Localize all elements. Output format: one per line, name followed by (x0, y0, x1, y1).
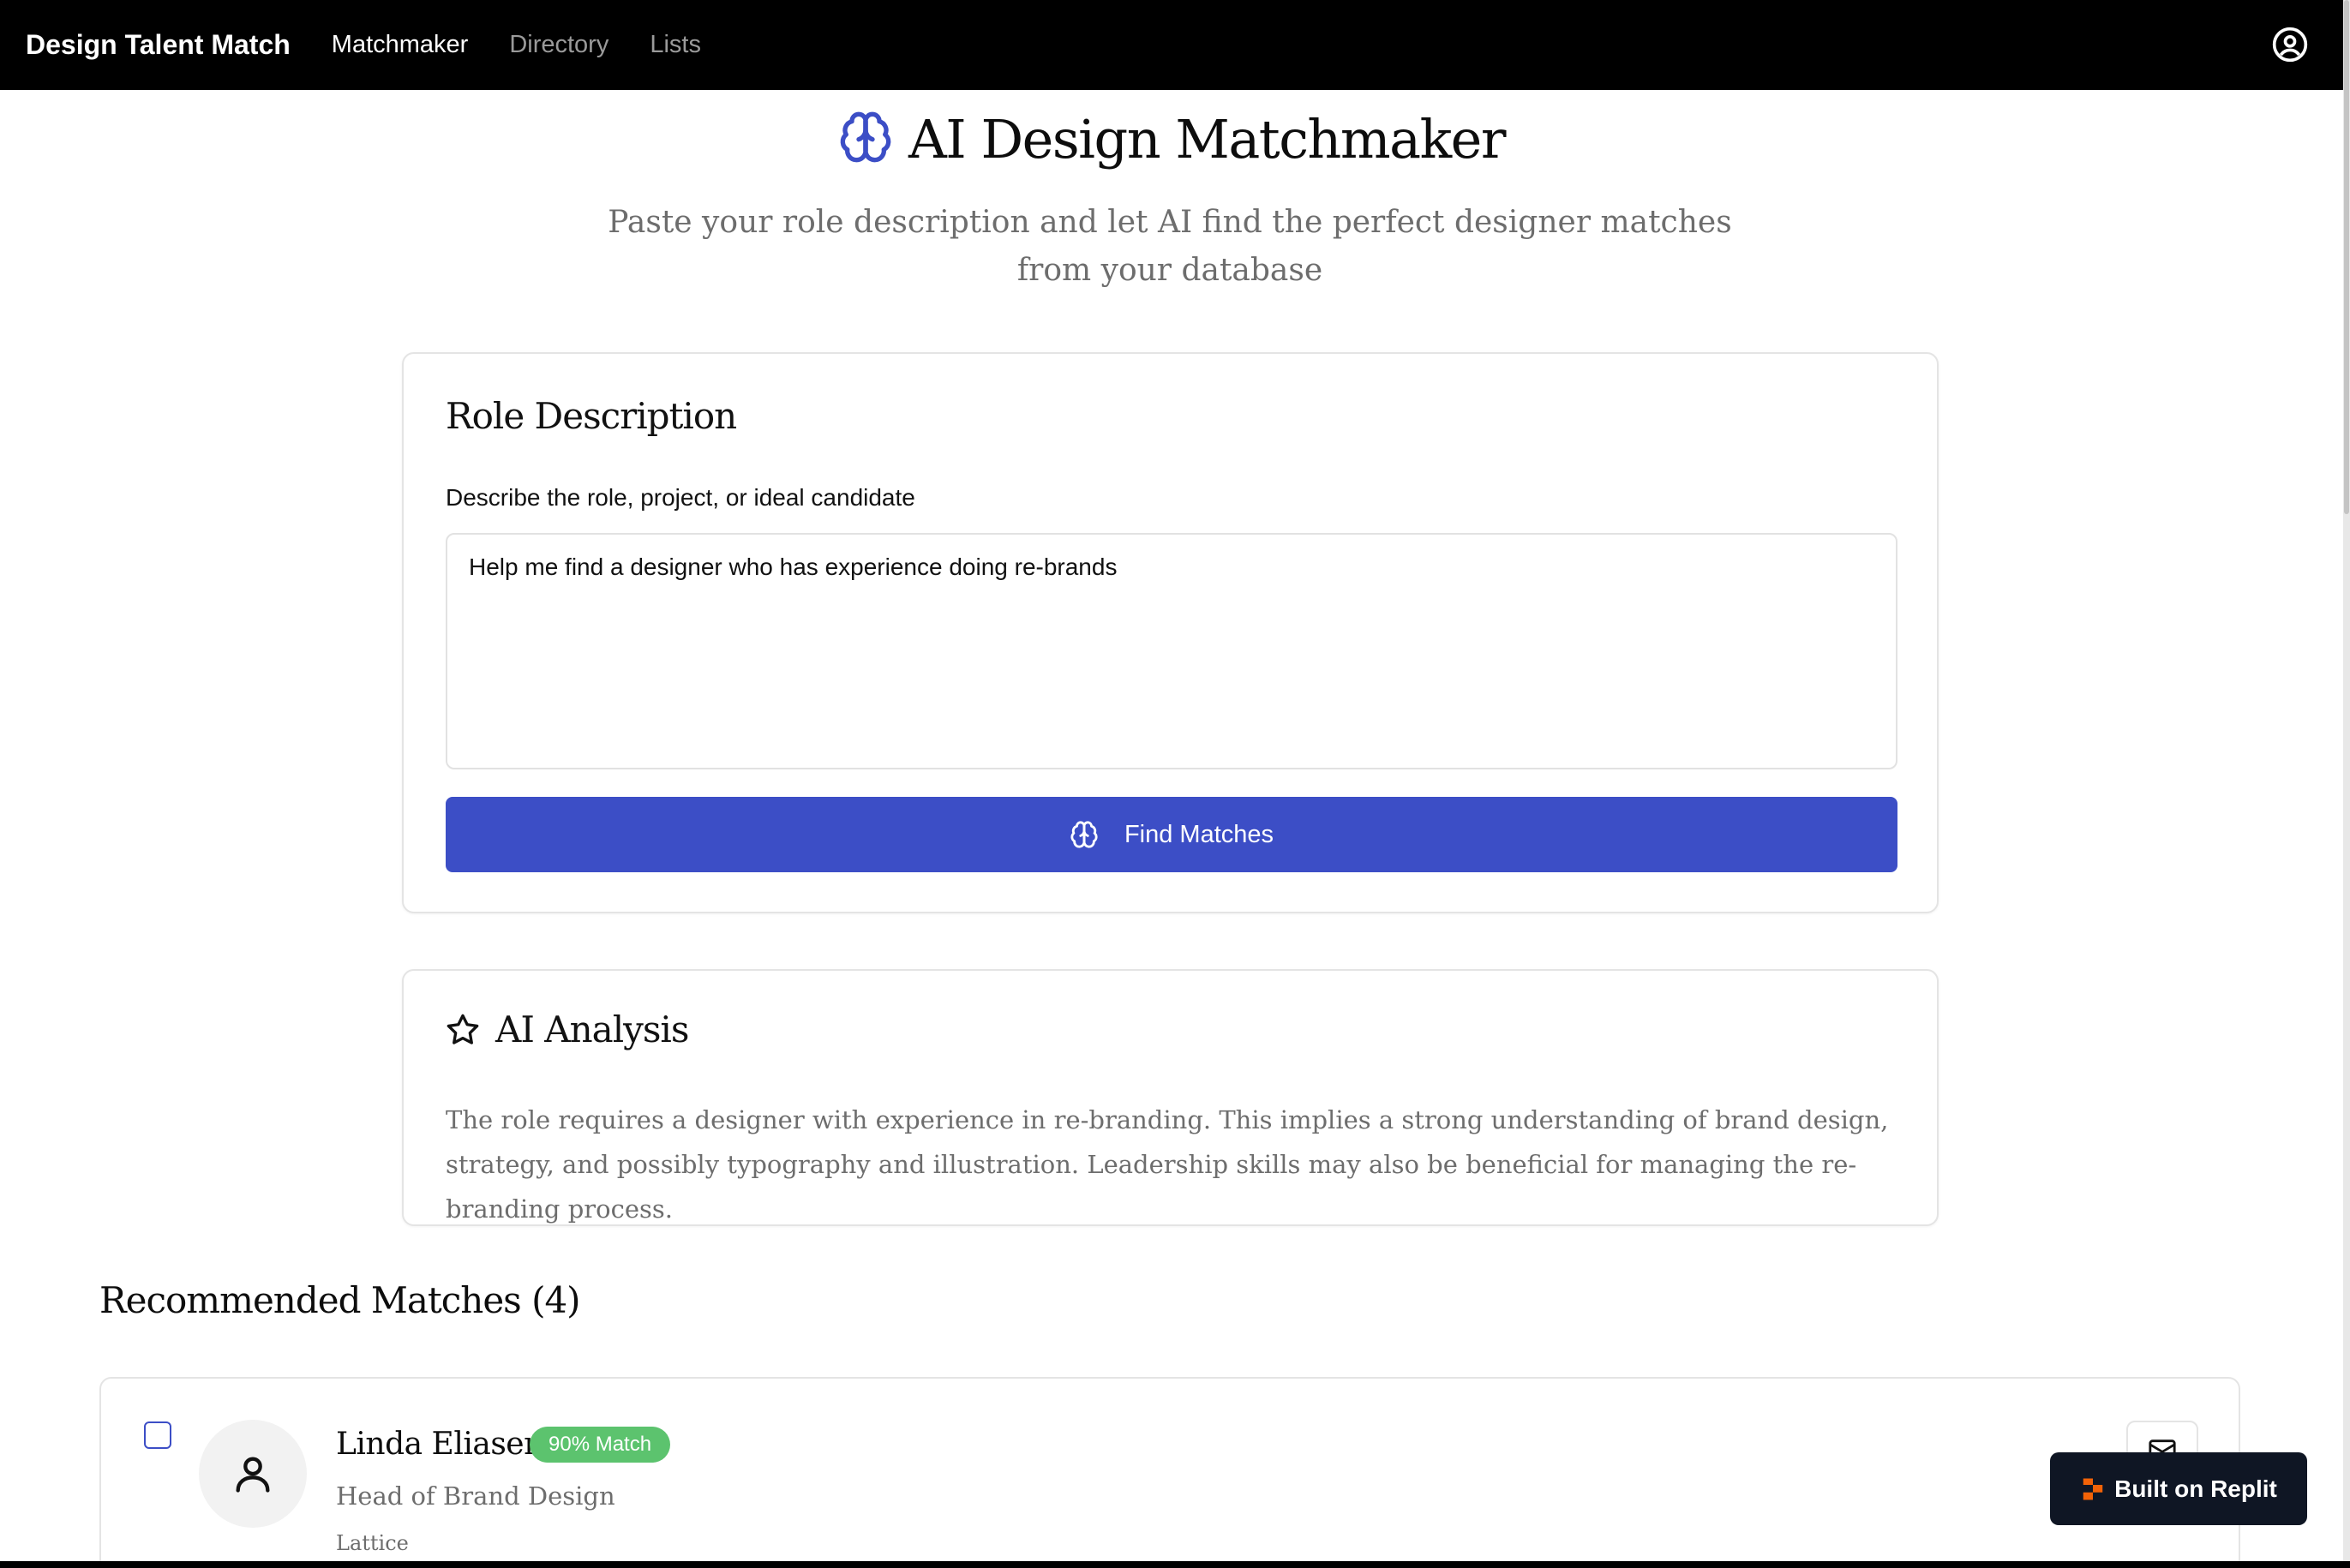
match-score-badge: 90% Match (530, 1427, 671, 1463)
brain-icon (1070, 821, 1098, 848)
scrollbar[interactable] (2343, 0, 2350, 1568)
match-role: Head of Brand Design (336, 1481, 615, 1511)
ai-analysis-card: AI Analysis The role requires a designer… (402, 969, 1939, 1226)
role-card-title: Role Description (446, 395, 737, 437)
brand-logo[interactable]: Design Talent Match (26, 29, 291, 61)
user-circle-icon[interactable] (2271, 26, 2309, 63)
match-select-checkbox[interactable] (144, 1421, 171, 1449)
find-matches-button[interactable]: Find Matches (446, 797, 1897, 872)
role-field-label: Describe the role, project, or ideal can… (446, 484, 915, 511)
matches-title: Recommended Matches (4) (99, 1279, 581, 1321)
role-description-input[interactable]: Help me find a designer who has experien… (446, 533, 1897, 769)
nav-link-matchmaker[interactable]: Matchmaker (332, 31, 469, 59)
match-company: Lattice (336, 1531, 409, 1555)
nav-link-directory[interactable]: Directory (509, 31, 608, 59)
built-on-replit-badge[interactable]: Built on Replit (2050, 1452, 2307, 1525)
match-name[interactable]: Linda Eliasen (336, 1427, 543, 1462)
analysis-title-text: AI Analysis (495, 1008, 689, 1050)
replit-logo-icon (2083, 1478, 2103, 1499)
replit-label: Built on Replit (2114, 1475, 2277, 1502)
star-icon (447, 1014, 479, 1044)
avatar (199, 1420, 307, 1528)
user-icon (236, 1457, 270, 1493)
bottom-edge (0, 1561, 2350, 1568)
find-matches-label: Find Matches (1124, 820, 1274, 848)
analysis-text: The role requires a designer with experi… (446, 1105, 1889, 1224)
top-nav: Design Talent Match Matchmaker Directory… (0, 0, 2343, 90)
analysis-title: AI Analysis (446, 1008, 689, 1050)
role-description-card: Role Description Describe the role, proj… (402, 352, 1939, 913)
scrollbar-thumb[interactable] (2344, 0, 2349, 514)
page-title-text: AI Design Matchmaker (908, 108, 1507, 171)
page-title: AI Design Matchmaker (0, 101, 2343, 178)
nav-link-lists[interactable]: Lists (650, 31, 701, 59)
match-card: Linda Eliasen 90% Match Head of Brand De… (99, 1377, 2240, 1568)
brain-icon (838, 108, 893, 163)
page-subtitle: Paste your role description and let AI f… (608, 205, 1732, 288)
